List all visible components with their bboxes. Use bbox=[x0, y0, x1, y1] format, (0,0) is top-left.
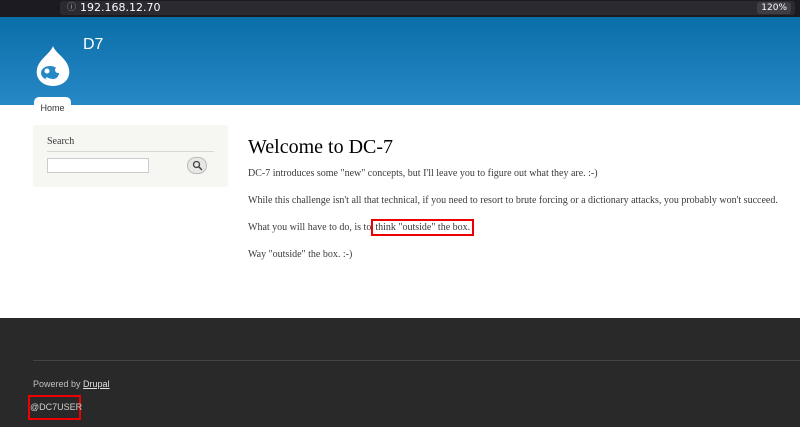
paragraph-closing: Way "outside" the box. :-) bbox=[248, 249, 353, 260]
hint-text: What you will have to do, is to bbox=[248, 222, 372, 233]
search-input[interactable] bbox=[47, 158, 149, 173]
highlighted-hint: think "outside" the box. bbox=[371, 219, 475, 236]
footer-divider bbox=[33, 360, 800, 361]
drupal-link[interactable]: Drupal bbox=[83, 379, 110, 389]
url-text[interactable]: 192.168.12.70 bbox=[80, 1, 160, 15]
powered-by-text: Powered by bbox=[33, 379, 84, 389]
site-header: D7 Home bbox=[0, 17, 800, 122]
search-block: Search bbox=[33, 125, 228, 187]
browser-toolbar: ⓘ 192.168.12.70 120% bbox=[0, 0, 800, 17]
search-button[interactable] bbox=[187, 157, 207, 174]
zoom-level[interactable]: 120% bbox=[757, 2, 791, 14]
page-title: Welcome to DC-7 bbox=[248, 136, 394, 158]
tab-home[interactable]: Home bbox=[34, 97, 71, 122]
paragraph-hint: What you will have to do, is to think "ou… bbox=[248, 219, 475, 236]
paragraph-intro: DC-7 introduces some "new" concepts, but… bbox=[248, 168, 598, 179]
paragraph-challenge: While this challenge isn't all that tech… bbox=[248, 195, 778, 206]
address-bar[interactable]: ⓘ 192.168.12.70 120% bbox=[60, 1, 795, 15]
powered-by: Powered by Drupal bbox=[33, 379, 110, 389]
search-block-title: Search bbox=[47, 136, 75, 147]
site-footer: Powered by Drupal @DC7USER bbox=[0, 318, 800, 427]
user-handle: @DC7USER bbox=[28, 395, 82, 420]
site-name[interactable]: D7 bbox=[83, 36, 103, 54]
info-icon[interactable]: ⓘ bbox=[67, 1, 76, 15]
divider bbox=[47, 151, 214, 152]
search-icon bbox=[192, 160, 203, 171]
drupal-logo-icon[interactable] bbox=[33, 45, 73, 87]
